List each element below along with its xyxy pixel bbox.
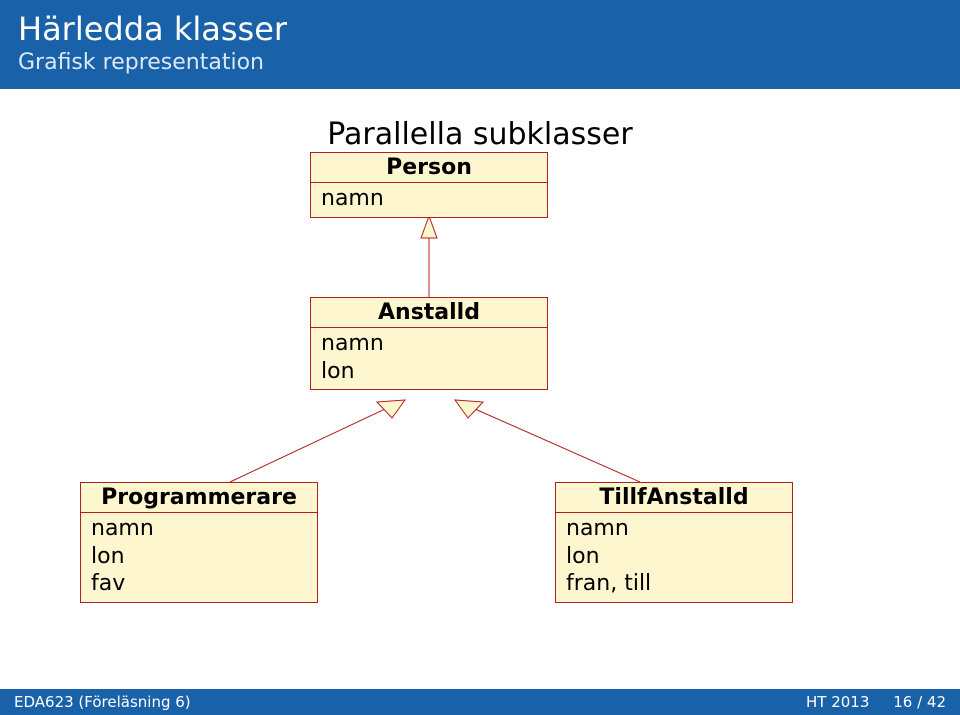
slide-subtitle: Grafisk representation [18,50,942,75]
slide-header: Härledda klasser Grafisk representation [0,0,960,89]
edge-anstalld-to-person [421,216,437,297]
class-programmerare: Programmerare namnlonfav [80,482,318,603]
footer-page: 16 / 42 [893,693,946,711]
class-tillfanstalld-members: namnlonfran, till [556,513,792,602]
slide-footer: EDA623 (Föreläsning 6) HT 2013 16 / 42 [0,689,960,715]
diagram-canvas: Person namn Anstalld namnlon Programmera… [0,152,960,652]
class-tillfanstalld: TillfAnstalld namnlonfran, till [555,482,793,603]
footer-left: EDA623 (Föreläsning 6) [14,693,806,711]
class-anstalld-members: namnlon [311,328,547,389]
edge-programmerare-to-anstalld [230,400,405,482]
slide-title: Härledda klasser [18,10,942,48]
class-person-name: Person [311,153,547,183]
class-programmerare-name: Programmerare [81,483,317,513]
class-person-members: namn [311,183,547,217]
class-anstalld: Anstalld namnlon [310,297,548,390]
footer-right: HT 2013 16 / 42 [806,693,946,711]
footer-term: HT 2013 [806,693,869,711]
class-programmerare-members: namnlonfav [81,513,317,602]
edge-tillfanstalld-to-anstalld [455,400,640,482]
class-anstalld-name: Anstalld [311,298,547,328]
class-tillfanstalld-name: TillfAnstalld [556,483,792,513]
section-title: Parallella subklasser [0,117,960,152]
class-person: Person namn [310,152,548,218]
